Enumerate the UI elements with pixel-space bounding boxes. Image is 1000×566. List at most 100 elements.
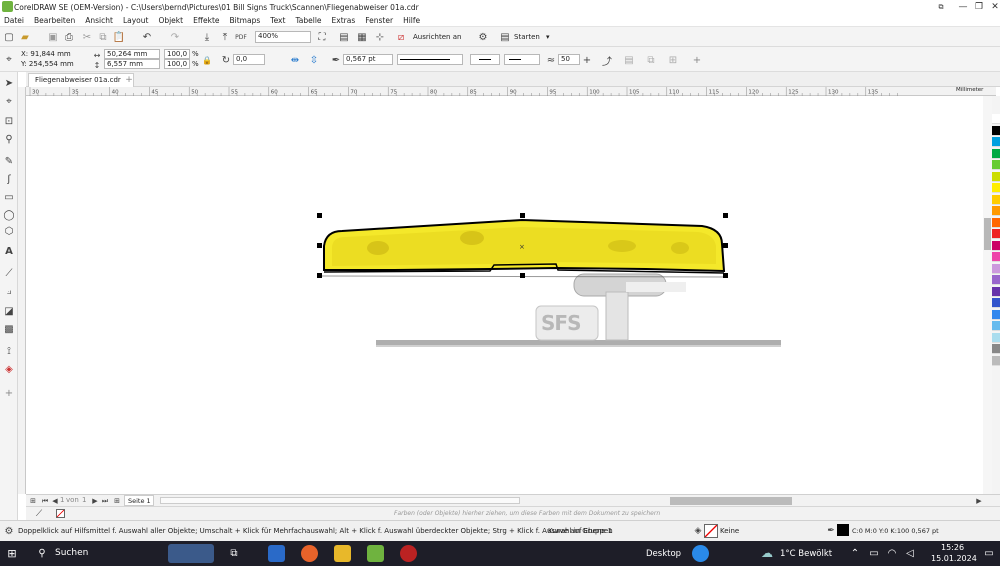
no-color-swatch[interactable] <box>56 509 65 518</box>
palette-swatch[interactable] <box>992 148 1000 159</box>
selection-handle-tm[interactable] <box>520 213 525 218</box>
firefox-app-icon[interactable] <box>301 545 318 562</box>
chevron-down-icon[interactable]: ▾ <box>546 33 550 41</box>
menu-fenster[interactable]: Fenster <box>365 16 393 25</box>
rectangle-tool-icon[interactable]: ▭ <box>2 190 16 204</box>
pick-tool-icon[interactable]: ➤ <box>2 76 16 90</box>
file-explorer-icon[interactable] <box>334 545 351 562</box>
palette-swatch[interactable] <box>992 114 1000 124</box>
vertical-scroll-thumb[interactable] <box>984 218 991 250</box>
new-tab-icon[interactable]: + <box>122 73 136 87</box>
menu-bearbeiten[interactable]: Bearbeiten <box>34 16 75 25</box>
horizontal-scroll-thumb[interactable] <box>670 497 792 505</box>
palette-swatch[interactable] <box>992 160 1000 170</box>
scale-y-field[interactable]: 100,0 <box>164 59 190 69</box>
mirror-vertical-icon[interactable]: ⇳ <box>307 53 321 67</box>
drawing-canvas[interactable]: SFS × <box>26 96 992 494</box>
palette-swatch[interactable] <box>992 171 1000 182</box>
palette-swatch[interactable] <box>992 194 1000 205</box>
outline-width-select[interactable]: 0,567 pt <box>343 54 393 65</box>
align-icon[interactable]: ⊞ <box>666 53 680 67</box>
import-icon[interactable]: ⤓ <box>200 30 214 44</box>
zoom-tool-icon[interactable]: ⚲ <box>2 132 16 146</box>
crop-tool-icon[interactable]: ⊡ <box>2 114 16 128</box>
line-style-select[interactable] <box>397 54 463 65</box>
text-tool-icon[interactable]: A <box>2 244 16 258</box>
palette-swatch[interactable] <box>992 332 1000 343</box>
x-position-field[interactable]: X: 91,844 mm <box>21 50 71 58</box>
width-field[interactable]: 50,264 mm <box>104 49 160 59</box>
palette-swatch[interactable] <box>992 183 1000 193</box>
eyedropper-tool-icon[interactable]: ⟟ <box>2 344 16 358</box>
paste-icon[interactable]: 📋 <box>112 30 126 44</box>
selection-handle-bl[interactable] <box>317 273 322 278</box>
palette-swatch[interactable] <box>992 217 1000 228</box>
to-front-icon[interactable]: ⧉ <box>644 53 658 67</box>
task-view-icon[interactable]: ⧉ <box>227 546 241 560</box>
mirror-horizontal-icon[interactable]: ⇹ <box>288 53 302 67</box>
wrap-text-icon[interactable]: ▤ <box>622 53 636 67</box>
scale-x-field[interactable]: 100,0 <box>164 49 190 59</box>
menu-layout[interactable]: Layout <box>123 16 149 25</box>
add-tool-icon[interactable]: + <box>2 386 16 400</box>
weather-text[interactable]: 1°C Bewölkt <box>780 549 832 559</box>
launch-icon[interactable]: ▤ <box>498 30 512 44</box>
vertical-scrollbar[interactable] <box>983 96 992 494</box>
add-icon[interactable]: + <box>690 53 704 67</box>
undo-icon[interactable]: ↶ <box>140 30 154 44</box>
palette-swatch[interactable] <box>992 206 1000 216</box>
menu-text[interactable]: Text <box>270 16 285 25</box>
new-document-icon[interactable]: ▢ <box>2 30 16 44</box>
menu-hilfe[interactable]: Hilfe <box>403 16 420 25</box>
settings-gear-icon[interactable]: ⚙ <box>2 524 16 538</box>
menu-extras[interactable]: Extras <box>332 16 356 25</box>
selection-handle-ml[interactable] <box>317 243 322 248</box>
palette-swatch[interactable] <box>992 229 1000 239</box>
connector-tool-icon[interactable]: ⟓ <box>2 284 16 298</box>
palette-swatch[interactable] <box>992 275 1000 285</box>
open-folder-icon[interactable]: ▰ <box>18 30 32 44</box>
outline-swatch[interactable] <box>837 524 849 536</box>
clock-time[interactable]: 15:26 <box>941 543 964 552</box>
wifi-icon[interactable]: ◠ <box>885 546 899 560</box>
shape-tool-icon[interactable]: ⌖ <box>2 94 16 108</box>
palette-swatch[interactable] <box>992 298 1000 308</box>
menu-objekt[interactable]: Objekt <box>158 16 183 25</box>
height-field[interactable]: 6,557 mm <box>104 59 160 69</box>
menu-bitmaps[interactable]: Bitmaps <box>230 16 261 25</box>
page-tab[interactable]: Seite 1 <box>124 495 154 506</box>
selection-handle-mr[interactable] <box>723 243 728 248</box>
document-tab[interactable]: Fliegenabweiser 01a.cdr <box>28 73 134 87</box>
menu-effekte[interactable]: Effekte <box>193 16 219 25</box>
volume-icon[interactable]: ◁ <box>903 546 917 560</box>
copy-icon[interactable]: ⧉ <box>96 30 110 44</box>
save-icon[interactable]: ▣ <box>46 30 60 44</box>
guidelines-icon[interactable]: ⊹ <box>373 30 387 44</box>
restore-icon[interactable]: ⧉ <box>930 0 952 14</box>
end-arrow-select[interactable] <box>504 54 540 65</box>
palette-swatch[interactable] <box>992 309 1000 320</box>
selection-handle-tr[interactable] <box>723 213 728 218</box>
menu-ansicht[interactable]: Ansicht <box>85 16 113 25</box>
snap-to-dropdown[interactable]: Ausrichten an <box>413 33 461 41</box>
pdf-export-icon[interactable]: PDF <box>234 30 248 44</box>
menu-datei[interactable]: Datei <box>4 16 24 25</box>
eyedropper-icon[interactable]: ⟋ <box>32 507 46 521</box>
increase-icon[interactable]: + <box>580 53 594 67</box>
full-screen-icon[interactable]: ⛶ <box>315 30 329 44</box>
help-icon[interactable] <box>692 545 709 562</box>
start-arrow-select[interactable] <box>470 54 500 65</box>
shadow-tool-icon[interactable]: ◪ <box>2 304 16 318</box>
palette-swatch[interactable] <box>992 252 1000 262</box>
palette-swatch[interactable] <box>992 344 1000 354</box>
polygon-tool-icon[interactable]: ⬡ <box>2 224 16 238</box>
transparency-tool-icon[interactable]: ▩ <box>2 322 16 336</box>
cut-icon[interactable]: ✂ <box>80 30 94 44</box>
windows-start-icon[interactable]: ⊞ <box>5 546 19 560</box>
selection-handle-br[interactable] <box>723 273 728 278</box>
options-gear-icon[interactable]: ⚙ <box>476 30 490 44</box>
close-button[interactable]: ✕ <box>984 0 1000 14</box>
palette-swatch[interactable] <box>992 137 1000 147</box>
export-icon[interactable]: ⤒ <box>218 30 232 44</box>
curve-edit-icon[interactable]: ⤴ <box>600 53 614 68</box>
